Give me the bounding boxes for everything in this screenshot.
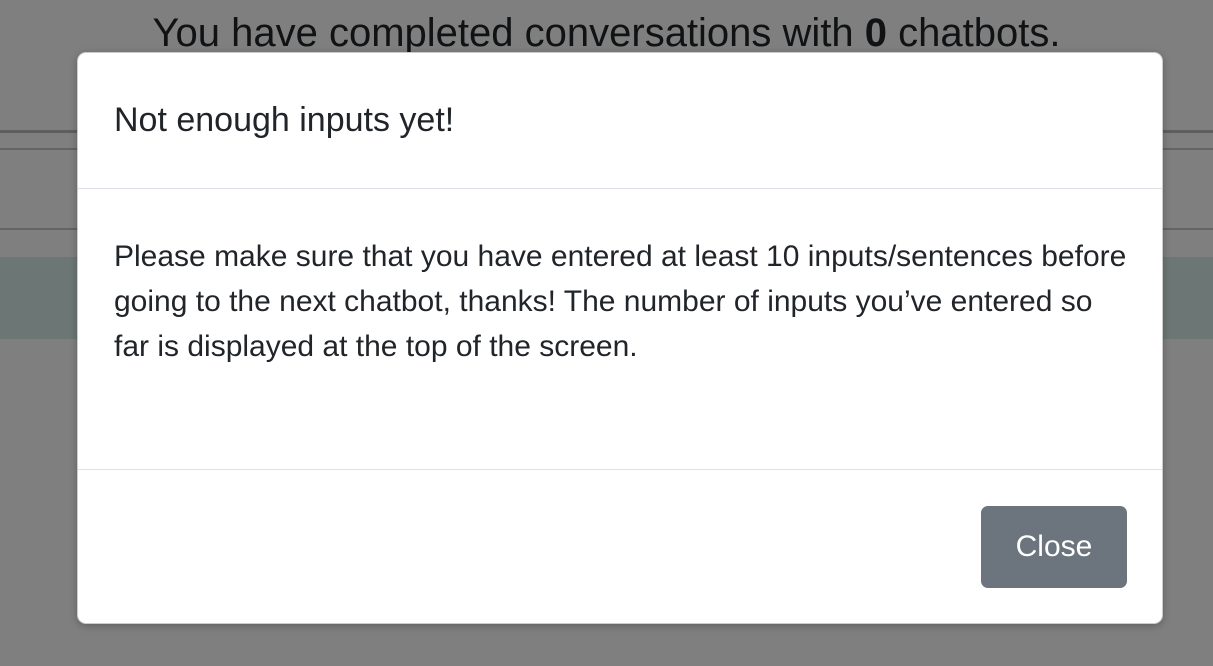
modal-message: Please make sure that you have entered a… bbox=[114, 240, 1127, 363]
modal-body: Please make sure that you have entered a… bbox=[78, 189, 1162, 470]
modal-title: Not enough inputs yet! bbox=[114, 101, 455, 139]
modal-header: Not enough inputs yet! bbox=[78, 53, 1162, 189]
close-button[interactable]: Close bbox=[981, 506, 1127, 588]
modal-footer: Close bbox=[78, 470, 1162, 625]
alert-modal: Not enough inputs yet! Please make sure … bbox=[77, 52, 1163, 624]
